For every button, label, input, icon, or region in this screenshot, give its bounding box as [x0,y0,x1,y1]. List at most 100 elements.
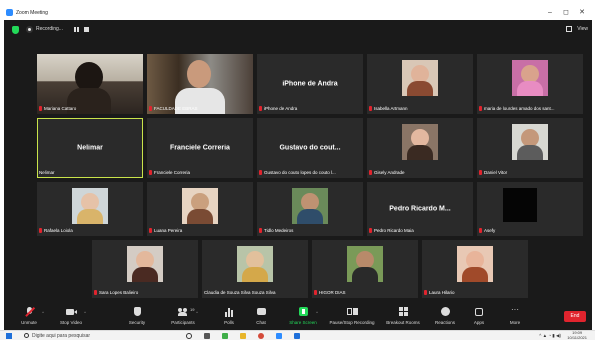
zoom-window: Zoom Meeting – ◻ ✕ Recording... View Mar… [4,6,592,330]
participant-center-name: Gustavo do cout... [279,144,341,152]
participant-tile[interactable]: Tidlo Medeiros [257,182,363,236]
participant-center-name: Nelimar [77,144,103,152]
mic-muted-icon [369,106,372,111]
more-button[interactable]: ··· More [492,306,538,330]
mic-muted-icon [369,170,372,175]
window-title: Zoom Meeting [16,10,48,16]
mic-muted-icon [479,170,482,175]
pause-stop-icon [346,307,358,317]
participant-tile[interactable]: Franciele Correria Franciele Correria [147,118,253,178]
profile-photo [512,60,548,96]
system-tray[interactable]: ^ ▲ ◔ ▮ ◀) [539,333,561,339]
participant-tile[interactable]: Gisely Andrade [367,118,473,178]
profile-photo [402,60,438,96]
mic-muted-icon [94,290,97,295]
participant-name: Sara Lopes Balieiro [94,290,196,296]
grid-icon [398,307,409,317]
profile-photo [402,124,438,160]
participant-tile[interactable]: Claudia de Souza Silva Souza Silva [202,240,308,298]
mic-muted-icon [259,106,262,111]
profile-photo [503,188,537,222]
participants-button[interactable]: 19 ^ Participants [160,306,206,330]
security-button[interactable]: Security [114,306,160,330]
participant-tile[interactable]: iPhone de Andra iPhone de Andra [257,54,363,114]
mic-muted-icon [149,170,152,175]
apps-icon [474,307,485,317]
participant-name: HIGOR DIAS [314,290,416,296]
pause-stop-recording-button[interactable]: Pause/Stop Recording [322,306,382,330]
close-button[interactable]: ✕ [576,8,588,18]
cortana-icon[interactable] [186,333,192,339]
participant-tile[interactable]: FACULDADE EBRAS [147,54,253,114]
share-screen-button[interactable]: ^ Share Screen [280,306,326,330]
chevron-up-icon[interactable]: ^ [84,310,86,315]
person-face [187,60,211,88]
participant-name: Mariana Cattaro [39,106,141,112]
whatsapp-icon[interactable] [222,333,228,339]
minimize-button[interactable]: – [544,8,556,18]
stop-video-button[interactable]: ^ Stop Video [48,306,94,330]
stop-recording-icon[interactable] [84,27,89,32]
profile-photo [182,188,218,224]
chat-bubble-icon [256,307,267,317]
participant-tile[interactable]: Sara Lopes Balieiro [92,240,198,298]
participant-tile[interactable]: Pedro Ricardo M... Pedro Ricardo Maia [367,182,473,236]
participant-tile[interactable]: maria de lourdes amado dos sant... [477,54,583,114]
zoom-taskbar-icon[interactable] [276,333,282,339]
participant-name: Laura Hilario [424,290,526,296]
meeting-top-bar: Recording... View [4,20,592,40]
participant-name: FACULDADE EBRAS [149,106,251,112]
mic-muted-icon [259,228,262,233]
windows-taskbar: Digite aqui para pesquisar ^ ▲ ◔ ▮ ◀) 19… [0,330,595,340]
participant-tile[interactable]: Mariana Cattaro [37,54,143,114]
video-camera-icon [65,307,77,317]
chat-button[interactable]: Chat [238,306,284,330]
taskbar-search-input[interactable]: Digite aqui para pesquisar [32,332,162,340]
mic-muted-icon [149,228,152,233]
maximize-button[interactable]: ◻ [560,8,572,18]
mic-muted-icon [149,106,152,111]
participant-tile[interactable]: Gustavo do cout... Gustavo do couto lope… [257,118,363,178]
view-button[interactable]: View [577,26,588,32]
chrome-icon[interactable] [258,333,264,339]
participant-name: Rafaela Loiola [39,228,141,234]
participant-tile[interactable]: Laura Hilario [422,240,528,298]
chevron-up-icon[interactable]: ^ [316,310,318,315]
file-explorer-icon[interactable] [240,333,246,339]
participants-count: 19 [190,307,195,312]
recording-icon [26,26,33,33]
chevron-up-icon[interactable]: ^ [196,310,198,315]
shield-icon[interactable] [12,26,19,34]
participant-tile[interactable]: Luana Pereira [147,182,253,236]
participant-name: Franciele Correria [149,170,251,176]
profile-photo [457,246,493,282]
pause-recording-icon[interactable] [74,27,76,32]
participant-center-name: Pedro Ricardo M... [389,205,451,213]
search-icon [24,333,29,338]
zoom-app-icon [6,9,13,16]
word-icon[interactable] [294,333,300,339]
participant-tile[interactable]: Daniel Vitor [477,118,583,178]
participant-tile[interactable]: Rafaela Loiola [37,182,143,236]
participant-tile-active-speaker[interactable]: Nelimar Nelimar [37,118,143,178]
participant-center-name: Franciele Correria [170,144,230,152]
taskbar-clock[interactable]: 19:09 10/11/2021 [567,330,587,340]
task-view-icon[interactable] [204,333,210,339]
participant-tile[interactable]: HIGOR DIAS [312,240,418,298]
end-meeting-button[interactable]: End [564,311,586,322]
people-icon [177,307,189,317]
participant-tile[interactable]: Isabella Artmann [367,54,473,114]
windows-start-icon[interactable] [6,333,12,339]
microphone-muted-icon [24,306,35,317]
participant-name: Nelimar [39,170,55,175]
participant-tile[interactable]: Asefy [477,182,583,236]
chevron-up-icon[interactable]: ^ [42,310,44,315]
participant-name: Gisely Andrade [369,170,471,176]
participant-center-name: iPhone de Andra [282,80,338,88]
bar-chart-icon [224,307,235,317]
unmute-button[interactable]: ^ Unmute [6,306,52,330]
shield-icon [132,307,143,317]
breakout-rooms-button[interactable]: Breakout Rooms [380,306,426,330]
profile-photo [347,246,383,282]
profile-photo [512,124,548,160]
